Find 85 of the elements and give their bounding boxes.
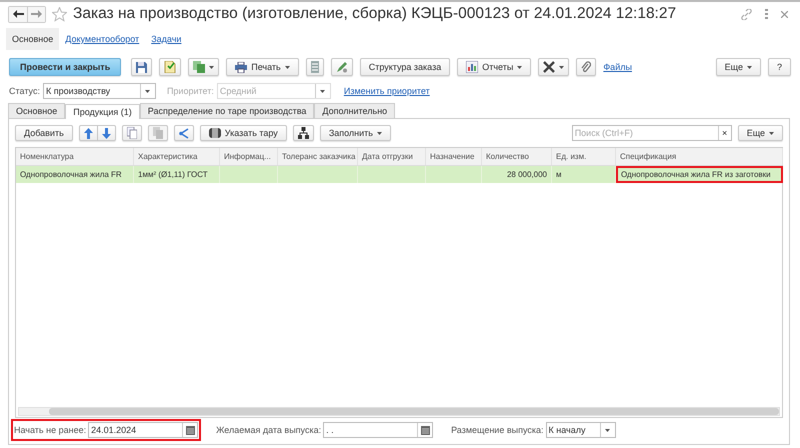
table-cell: м <box>552 166 616 183</box>
table-cell: 28 000,000 <box>482 166 552 183</box>
caret-icon <box>320 90 326 92</box>
column-header[interactable]: Назначение <box>426 148 482 165</box>
star-icon[interactable] <box>52 6 67 22</box>
tab[interactable]: Продукция (1) <box>65 104 140 119</box>
window-title: Заказ на производство (изготовление, сборка) КЭЦБ-000123 от 24.01.2024 12:18:27 <box>73 5 676 23</box>
back-arrow-icon <box>12 10 24 18</box>
toolbar-button[interactable] <box>292 125 314 141</box>
table-row[interactable]: Однопроволочная жила FR 1мм² (Ø1,11) ГОСТ 28 000,000 м Однопроволочная жила FR из заготовки <box>16 166 782 183</box>
column-header[interactable]: Толеранс заказчика <box>278 148 358 165</box>
column-header[interactable]: Информац... <box>220 148 278 165</box>
move-up-button[interactable] <box>78 125 98 141</box>
column-header[interactable]: Номенклатура <box>16 148 134 165</box>
clear-button[interactable]: × <box>718 126 731 140</box>
close-icon[interactable] <box>781 10 788 18</box>
table-cell: Однопроволочная жила FR из заготовки <box>616 166 783 183</box>
toolbar-button[interactable]: Структура заказа <box>360 58 450 76</box>
section-tab[interactable]: Задачи <box>145 28 188 50</box>
back-button[interactable] <box>9 6 27 22</box>
column-header[interactable]: Ед. изм. <box>552 148 616 165</box>
toolbar-button[interactable]: ? <box>768 58 791 76</box>
column-header[interactable]: Количество <box>482 148 552 165</box>
tab[interactable]: Распределение по таре производства <box>140 103 314 118</box>
date-field[interactable]: . . <box>323 422 434 438</box>
table-cell: 1мм² (Ø1,11) ГОСТ <box>134 166 220 183</box>
toolbar-button[interactable]: Добавить <box>15 125 73 141</box>
toolbar-button[interactable] <box>538 58 570 76</box>
hierarchy-icon <box>298 127 309 139</box>
section-tab[interactable]: Документооборот <box>59 28 146 50</box>
caret-icon <box>605 428 610 432</box>
link-icon[interactable] <box>741 8 752 20</box>
caret-icon <box>559 66 564 68</box>
floppy-icon <box>136 62 148 72</box>
down-arrow-icon <box>102 128 111 138</box>
search-field[interactable]: Поиск (Ctrl+F) × <box>572 125 732 141</box>
caret-icon <box>746 66 752 68</box>
caret-icon <box>769 132 774 134</box>
copy-icon <box>126 127 137 139</box>
more-icon[interactable] <box>765 9 768 19</box>
toolbar-button[interactable]: Указать тару <box>200 125 287 141</box>
box-icon <box>208 127 221 139</box>
placement-select[interactable]: К началу <box>546 422 616 438</box>
caret-icon <box>145 90 150 92</box>
tab[interactable]: Дополнительно <box>314 103 396 118</box>
toolbar-button[interactable]: Печать <box>226 58 299 76</box>
caret-icon <box>377 132 382 134</box>
change-priority-link[interactable]: Изменить приоритет <box>344 86 430 96</box>
calendar-icon <box>420 426 430 434</box>
column-header[interactable]: Характеристика <box>134 148 220 165</box>
section-tab[interactable]: Основное <box>6 28 60 50</box>
up-arrow-icon <box>84 128 93 138</box>
move-down-button[interactable] <box>98 125 116 141</box>
column-header[interactable]: Дата отгрузки <box>358 148 426 165</box>
toolbar-button[interactable]: Еще <box>716 58 761 76</box>
document-icon <box>164 61 176 73</box>
toolbar-button[interactable]: Заполнить <box>320 125 391 141</box>
paperclip-icon <box>581 61 592 73</box>
toolbar-button[interactable]: Отчеты <box>457 58 532 76</box>
caret-icon <box>209 66 214 68</box>
table-cell: Однопроволочная жила FR <box>16 166 134 183</box>
field-label: Размещение выпуска: <box>451 425 544 435</box>
field-label: Статус: <box>9 86 40 96</box>
status-select[interactable]: К производству <box>42 83 156 99</box>
branch-icon <box>178 128 189 138</box>
calculator-icon <box>310 61 319 73</box>
documents-icon <box>193 61 206 73</box>
field-label: Приоритет: <box>166 86 214 96</box>
date-field[interactable]: 24.01.2024 <box>88 422 198 438</box>
printer-icon <box>235 62 248 72</box>
more-button[interactable]: Еще <box>738 125 783 141</box>
files-link[interactable]: Файлы <box>603 62 632 72</box>
tab[interactable]: Основное <box>8 103 66 118</box>
post-and-close-button[interactable]: Провести и закрыть <box>9 58 122 76</box>
scrollbar[interactable] <box>18 407 780 416</box>
caret-icon <box>284 66 290 68</box>
calendar-icon <box>186 426 195 434</box>
pen-icon <box>336 61 348 73</box>
paste-icon <box>152 127 163 139</box>
forward-arrow-icon <box>31 10 42 18</box>
field-label: Начать не ранее: <box>14 425 86 435</box>
field-label: Желаемая дата выпуска: <box>216 425 322 435</box>
caret-icon <box>517 66 522 68</box>
column-header[interactable]: Спецификация <box>616 148 783 165</box>
report-icon <box>466 61 478 73</box>
